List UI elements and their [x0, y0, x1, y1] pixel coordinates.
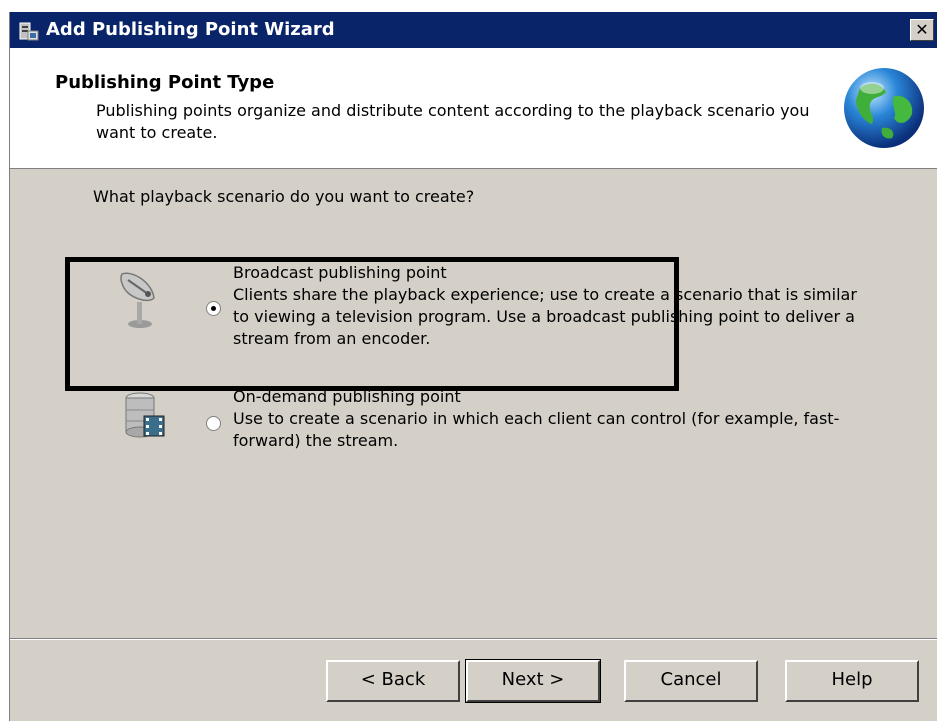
close-icon: ✕	[915, 20, 929, 39]
on-demand-option-description: Use to create a scenario in which each c…	[233, 409, 840, 450]
wizard-app-icon	[19, 22, 39, 41]
page-description: Publishing points organize and distribut…	[96, 101, 810, 142]
window-title: Add Publishing Point Wizard	[46, 19, 335, 40]
wizard-header: Publishing Point Type Publishing points …	[10, 48, 937, 169]
annotation-highlight-box	[65, 257, 679, 391]
on-demand-radio[interactable]	[206, 416, 221, 431]
footer-separator	[10, 638, 937, 640]
back-button[interactable]: < Back	[326, 660, 460, 702]
help-button[interactable]: Help	[785, 660, 919, 702]
next-button[interactable]: Next >	[465, 659, 601, 703]
cancel-button[interactable]: Cancel	[624, 660, 758, 702]
on-demand-option[interactable]: On-demand publishing point Use to create…	[233, 386, 883, 452]
wizard-window: Add Publishing Point Wizard ✕ Publishing…	[9, 12, 937, 721]
background-window-strip	[0, 0, 937, 12]
scenario-question: What playback scenario do you want to cr…	[93, 187, 475, 206]
title-bar[interactable]: Add Publishing Point Wizard ✕	[10, 12, 937, 48]
globe-icon	[844, 68, 924, 148]
server-film-icon	[125, 392, 165, 438]
close-button[interactable]: ✕	[910, 19, 934, 41]
page-title: Publishing Point Type	[55, 72, 275, 93]
